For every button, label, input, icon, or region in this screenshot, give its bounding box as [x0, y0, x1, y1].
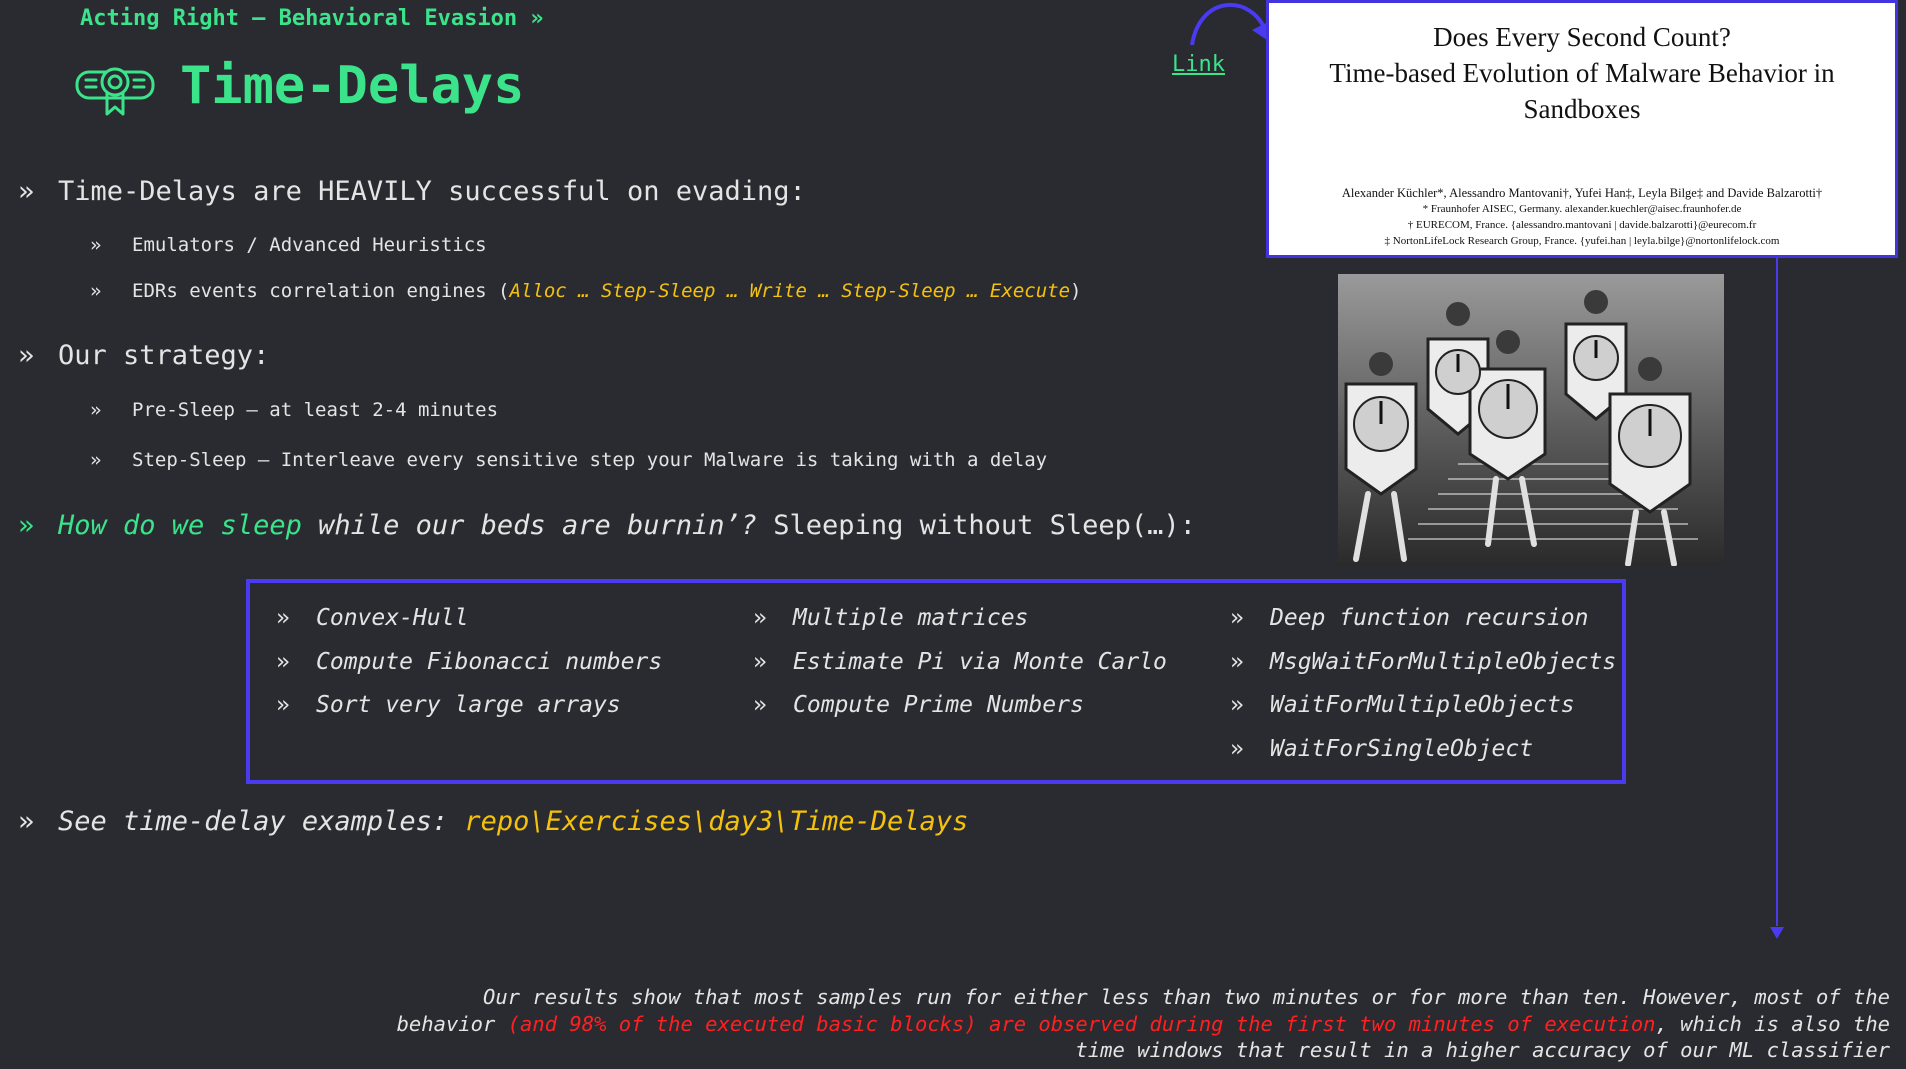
bullet-text: Pre-Sleep – at least 2-4 minutes [132, 399, 499, 421]
list-item: » Multiple matrices [753, 605, 1029, 631]
edr-sequence: Alloc … Step-Sleep … Write … Step-Sleep … [509, 280, 1071, 302]
quote-emphasis: (and 98% of the executed basic blocks) a… [507, 1011, 1656, 1036]
list-item: » Compute Fibonacci numbers [276, 648, 663, 675]
list-item: » Estimate Pi via Monte Carlo [753, 648, 1167, 675]
bullet-text: Our strategy: [58, 340, 270, 371]
technique-column-2: » Multiple matrices » Estimate Pi via Mont… [753, 605, 1167, 736]
quote-line: behavior (and 98% of the executed basic … [396, 1011, 1890, 1036]
list-item: » WaitForMultipleObjects [1230, 692, 1575, 718]
techniques-box: » Convex-Hull » Compute Fibonacci numbers … [246, 579, 1626, 784]
paper-affiliation: † EURECOM, France. {alessandro.mantovani… [1407, 219, 1757, 231]
breadcrumb: Acting Right – Behavioral Evasion » [80, 6, 544, 31]
quote-line: time windows that result in a higher acc… [1075, 1038, 1890, 1062]
sub-bullet-stepsleep: » Step-Sleep – Interleave every sensitive… [90, 449, 1047, 471]
bullet-text: Sleeping without Sleep(…): [773, 510, 1196, 541]
paper-link[interactable]: Link [1172, 52, 1225, 77]
sub-bullet-edr: » EDRs events correlation engines (Alloc … [90, 280, 1081, 302]
bullet-text: Emulators / Advanced Heuristics [132, 234, 487, 256]
bullet-marker: » [18, 176, 35, 207]
bullet-text: Time-Delays are HEAVILY successful on ev… [58, 176, 806, 207]
arrow-down-icon [1770, 927, 1784, 939]
connector-line [1776, 258, 1778, 926]
repo-path: repo\Exercises\day3\Time-Delays [464, 806, 969, 837]
list-item: » Sort very large arrays [276, 692, 621, 718]
paper-affiliation: * Fraunhofer AISEC, Germany. alexander.k… [1422, 203, 1742, 215]
bullet-text: Step-Sleep – Interleave every sensitive … [132, 449, 1048, 471]
clock-dancers-photo [1338, 274, 1724, 567]
bullet-marker: » [90, 280, 102, 302]
bullet-sleeping: » How do we sleep while our beds are burn… [18, 510, 1196, 541]
quote-line: Our results show that most samples run f… [483, 985, 1890, 1009]
bullet-question: while our beds are burnin’? [318, 510, 758, 541]
bullet-marker: » [18, 340, 35, 371]
bullet-evasion: » Time-Delays are HEAVILY successful on e… [18, 176, 806, 207]
sub-bullet-emulators: » Emulators / Advanced Heuristics [90, 234, 487, 256]
bullet-text: See time-delay examples: [58, 806, 449, 837]
bullet-marker: » [90, 234, 102, 256]
page-title: Time-Delays [180, 56, 525, 116]
paper-snippet: Does Every Second Count? Time-based Evol… [1266, 0, 1898, 258]
bullet-marker: » [18, 806, 35, 837]
bullet-text-suffix: ) [1070, 280, 1082, 302]
technique-column-3: » Deep function recursion » MsgWaitForMult… [1230, 605, 1616, 779]
list-item: » Deep function recursion [1230, 605, 1589, 631]
bullet-examples: » See time-delay examples: repo\Exercises… [18, 806, 968, 837]
paper-affiliation: ‡ NortonLifeLock Research Group, France.… [1384, 235, 1780, 247]
technique-column-1: » Convex-Hull » Compute Fibonacci numbers … [276, 605, 662, 736]
bullet-question-green: How do we sleep [58, 510, 302, 541]
list-item: » Compute Prime Numbers [753, 692, 1084, 718]
list-item: » MsgWaitForMultipleObjects [1230, 648, 1617, 675]
sub-bullet-presleep: » Pre-Sleep – at least 2-4 minutes [90, 399, 498, 421]
certificate-icon [74, 62, 156, 122]
bullet-text: EDRs events correlation engines ( [132, 280, 510, 302]
list-item: » Convex-Hull [276, 605, 469, 631]
list-item: » WaitForSingleObject [1230, 735, 1534, 762]
bullet-marker: » [18, 510, 35, 541]
paper-title: Does Every Second Count? Time-based Evol… [1329, 22, 1835, 124]
bullet-strategy: » Our strategy: [18, 340, 269, 371]
bullet-marker: » [90, 399, 102, 421]
paper-quote: Our results show that most samples run f… [390, 984, 1890, 1064]
bullet-marker: » [90, 449, 102, 471]
paper-authors: Alexander Küchler*, Alessandro Mantovani… [1341, 186, 1823, 200]
